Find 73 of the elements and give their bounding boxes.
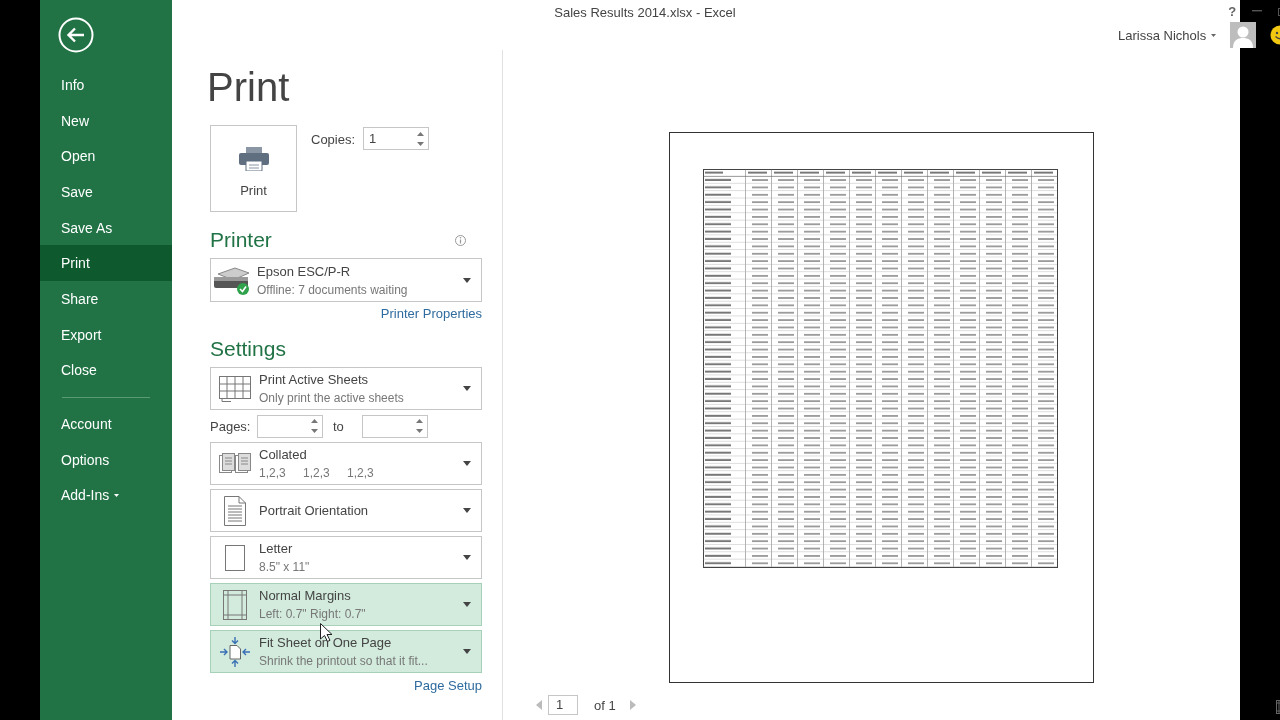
fit-to-page-icon bbox=[219, 635, 251, 668]
section-heading: Settings bbox=[210, 336, 286, 362]
avatar-icon[interactable] bbox=[1230, 22, 1257, 48]
option-description: Left: 0.7" Right: 0.7" bbox=[259, 607, 367, 621]
info-icon bbox=[455, 234, 466, 246]
nav-item[interactable]: Options bbox=[40, 441, 172, 478]
user-name[interactable]: Larissa Nichols bbox=[1118, 27, 1207, 43]
caret-icon bbox=[463, 555, 471, 560]
mouse-pointer-icon bbox=[320, 623, 332, 642]
pages-label: Pages: bbox=[210, 418, 252, 434]
nav-item[interactable]: Save bbox=[40, 174, 172, 210]
option-title: Normal Margins bbox=[259, 588, 352, 603]
caret-icon bbox=[463, 508, 471, 513]
page-from-field[interactable] bbox=[257, 414, 323, 438]
option-title: Portrait Orientation bbox=[259, 503, 370, 518]
back-icon[interactable] bbox=[58, 17, 94, 53]
nav-item[interactable]: Print bbox=[40, 245, 172, 282]
setting-dropdown[interactable]: Fit Sheet on One Page Shrink the printout so that it fit... bbox=[210, 630, 482, 673]
printer-name: Epson ESC/P-R bbox=[257, 263, 352, 279]
page-title: Print bbox=[207, 64, 290, 111]
nav-item[interactable]: Save As bbox=[40, 209, 172, 246]
copies-spinner[interactable]: 1 bbox=[363, 127, 430, 150]
page-number-field[interactable]: 1 bbox=[548, 695, 578, 715]
grid-icon bbox=[219, 375, 251, 402]
help-button[interactable]: ? bbox=[1228, 3, 1237, 19]
document-icon bbox=[224, 495, 246, 526]
page-icon bbox=[225, 544, 245, 571]
option-title: Print Active Sheets bbox=[259, 372, 370, 387]
nav-item[interactable]: Close bbox=[40, 352, 172, 389]
page-count: of 1 bbox=[594, 697, 616, 713]
section-heading: Printer bbox=[210, 227, 272, 253]
collate-icon bbox=[219, 452, 251, 475]
setting-dropdown[interactable]: Normal Margins Left: 0.7" Right: 0.7" bbox=[210, 583, 482, 626]
option-description: 1,2,3 1,2,3 1,2,3 bbox=[259, 466, 375, 480]
print-button[interactable]: Print bbox=[210, 125, 297, 212]
page-to-field[interactable] bbox=[361, 414, 428, 438]
printer-icon bbox=[238, 147, 269, 171]
margins-icon bbox=[223, 589, 247, 620]
option-title: Letter bbox=[259, 541, 294, 556]
page-setup-link[interactable]: Page Setup bbox=[210, 677, 502, 695]
copies-label: Copies: bbox=[311, 132, 356, 147]
option-title: Collated bbox=[259, 447, 308, 462]
spin-arrows-icon[interactable] bbox=[417, 131, 425, 146]
nav-item[interactable]: Share bbox=[40, 281, 172, 317]
minimize-icon[interactable] bbox=[1252, 10, 1263, 12]
caret-icon bbox=[463, 602, 471, 607]
setting-dropdown[interactable]: Portrait Orientation bbox=[210, 489, 482, 532]
spin-arrows-icon[interactable] bbox=[415, 419, 423, 433]
option-description: Shrink the printout so that it fit... bbox=[259, 654, 429, 668]
nav-item[interactable]: Add-Ins bbox=[40, 477, 172, 514]
nav-item[interactable]: Open bbox=[40, 138, 172, 175]
to-label: to bbox=[333, 418, 344, 434]
nav-item[interactable]: Info bbox=[40, 67, 172, 103]
window-title: Sales Results 2014.xlsx - Excel bbox=[553, 4, 737, 22]
option-description: 8.5" x 11" bbox=[259, 560, 311, 574]
option-description: Only print the active sheets bbox=[259, 391, 405, 405]
spin-arrows-icon[interactable] bbox=[311, 419, 318, 433]
printer-status: Offline: 7 documents waiting bbox=[257, 282, 409, 297]
nav-item[interactable]: Export bbox=[40, 316, 172, 353]
caret-icon bbox=[463, 649, 471, 654]
printer-dropdown[interactable]: Epson ESC/P-R Offline: 7 documents waiting bbox=[210, 258, 482, 302]
caret-icon bbox=[463, 461, 471, 466]
caret-icon bbox=[463, 277, 471, 283]
caret-icon bbox=[1211, 33, 1217, 37]
setting-dropdown[interactable]: Print Active Sheets Only print the active sheets bbox=[210, 367, 482, 410]
printer-status-icon bbox=[213, 264, 251, 296]
option-title: Fit Sheet on One Page bbox=[259, 635, 393, 650]
caret-icon bbox=[463, 386, 471, 391]
printer-properties-link[interactable]: Printer Properties bbox=[210, 305, 502, 323]
nav-item[interactable]: New bbox=[40, 102, 172, 139]
setting-dropdown[interactable]: Letter 8.5" x 11" bbox=[210, 536, 482, 579]
setting-dropdown[interactable]: Collated 1,2,3 1,2,3 1,2,3 bbox=[210, 442, 482, 485]
nav-item[interactable]: Account bbox=[40, 406, 172, 442]
